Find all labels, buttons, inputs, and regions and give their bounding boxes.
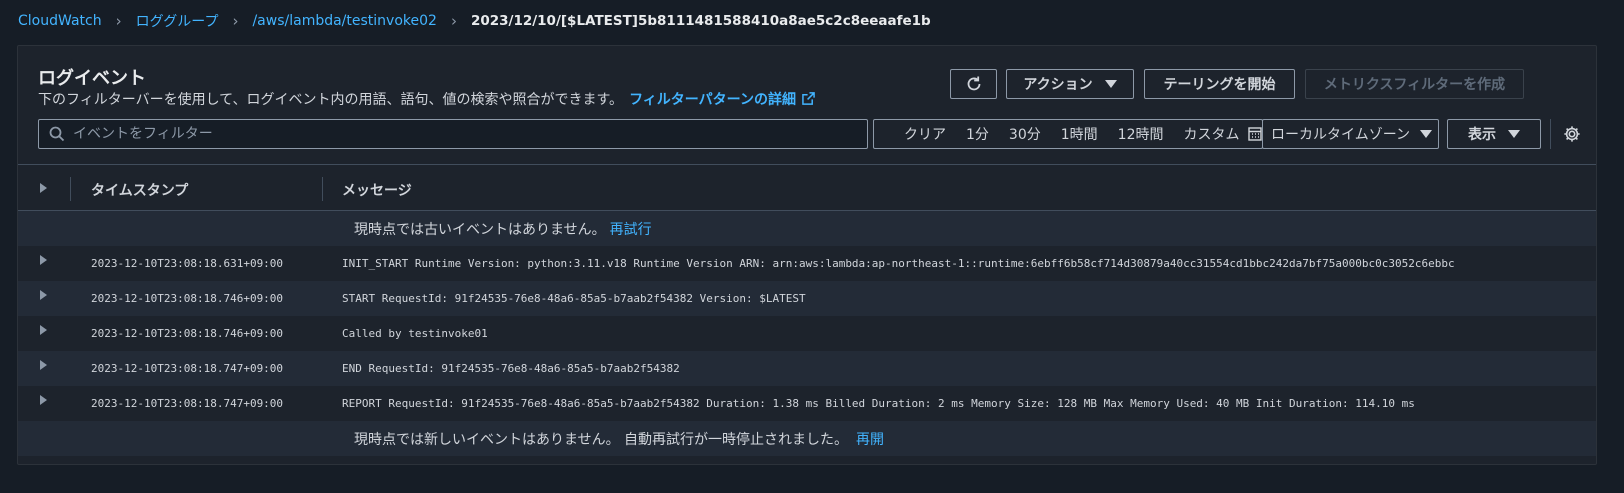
caret-down-icon [1508,130,1520,138]
breadcrumb-log-group[interactable]: /aws/lambda/testinvoke02 [252,13,436,29]
range-12h[interactable]: 12時間 [1118,124,1164,144]
column-divider [322,177,323,201]
table-row[interactable]: 2023-12-10T23:08:18.747+09:00 REPORT Req… [18,386,1596,421]
breadcrumb-log-groups[interactable]: ロググループ [136,11,219,31]
breadcrumb-cloudwatch[interactable]: CloudWatch [18,13,102,29]
start-tailing-button[interactable]: テーリングを開始 [1144,69,1295,99]
table-row[interactable]: 2023-12-10T23:08:18.747+09:00 END Reques… [18,351,1596,386]
chevron-right-icon: › [115,12,122,30]
range-custom[interactable]: カスタム [1184,124,1262,144]
display-button[interactable]: 表示 [1447,119,1541,149]
caret-down-icon [1420,130,1433,138]
row-message: INIT_START Runtime Version: python:3.11.… [342,257,1455,270]
external-link-icon [802,92,815,105]
no-older-text: 現時点では古いイベントはありません。 [354,221,606,238]
table-row[interactable]: 2023-12-10T23:08:18.746+09:00 Called by … [18,316,1596,351]
no-older-events-row: 現時点では古いイベントはありません。 再試行 [18,211,1596,246]
no-newer-text: 現時点では新しいイベントはありません。 自動再試行が一時停止されました。 [354,431,849,448]
breadcrumb-current: 2023/12/10/[$LATEST]5b8111481588410a8ae5… [470,13,931,29]
range-1h[interactable]: 1時間 [1061,124,1098,144]
expand-row-icon[interactable] [40,325,47,335]
page-title: ログイベント [38,68,146,89]
row-message: END RequestId: 91f24535-76e8-48a6-85a5-b… [342,362,680,375]
refresh-icon [967,76,980,91]
event-filter-input[interactable] [73,126,853,142]
expand-row-icon[interactable] [40,395,47,405]
expand-row-icon[interactable] [40,290,47,300]
row-timestamp: 2023-12-10T23:08:18.746+09:00 [91,327,284,340]
display-label: 表示 [1468,127,1496,143]
help-link-label: フィルターパターンの詳細 [629,92,796,108]
caret-down-icon [1104,80,1117,88]
filter-box [38,119,868,149]
page-description: 下のフィルターバーを使用して、ログイベント内の用語、語句、値の検索や照合ができま… [38,89,815,109]
column-divider [70,177,71,201]
resume-link[interactable]: 再開 [856,429,884,449]
log-events-panel: ログイベント 下のフィルターバーを使用して、ログイベント内の用語、語句、値の検索… [17,45,1597,465]
retry-link[interactable]: 再試行 [610,219,652,239]
custom-label: カスタム [1183,127,1240,143]
tail-label: テーリングを開始 [1163,77,1276,93]
search-icon [49,126,65,142]
row-message: Called by testinvoke01 [342,327,488,340]
filter-pattern-help-link[interactable]: フィルターパターンの詳細 [629,92,815,108]
chevron-right-icon: › [232,12,239,30]
row-timestamp: 2023-12-10T23:08:18.746+09:00 [91,292,284,305]
breadcrumb: CloudWatch › ロググループ › /aws/lambda/testin… [18,10,931,32]
row-timestamp: 2023-12-10T23:08:18.747+09:00 [91,397,284,410]
table-header: タイムスタンプ メッセージ [18,164,1596,211]
time-range-group: クリア 1分 30分 1時間 12時間 カスタム [873,119,1263,149]
range-30m[interactable]: 30分 [1009,124,1041,144]
row-message: START RequestId: 91f24535-76e8-48a6-85a5… [342,292,806,305]
metric-filter-label: メトリクスフィルターを作成 [1323,77,1506,93]
create-metric-filter-button[interactable]: メトリクスフィルターを作成 [1305,69,1524,99]
calendar-icon [1247,127,1262,141]
table-row[interactable]: 2023-12-10T23:08:18.746+09:00 START Requ… [18,281,1596,316]
column-message[interactable]: メッセージ [342,180,412,200]
row-message: REPORT RequestId: 91f24535-76e8-48a6-85a… [342,397,1415,410]
range-clear[interactable]: クリア [904,124,946,144]
table-row[interactable]: 2023-12-10T23:08:18.631+09:00 INIT_START… [18,246,1596,281]
row-timestamp: 2023-12-10T23:08:18.747+09:00 [91,362,284,375]
chevron-right-icon: › [450,12,457,30]
timezone-label: ローカルタイムゾーン [1271,127,1411,143]
description-text: 下のフィルターバーを使用して、ログイベント内の用語、語句、値の検索や照合ができま… [38,92,624,108]
actions-label: アクション [1023,77,1093,93]
actions-button[interactable]: アクション [1006,69,1134,99]
timezone-select[interactable]: ローカルタイムゾーン [1262,119,1439,149]
expand-all-icon[interactable] [40,183,47,193]
gear-icon[interactable] [1563,125,1581,143]
no-newer-events-row: 現時点では新しいイベントはありません。 自動再試行が一時停止されました。 再開 [18,421,1596,456]
row-timestamp: 2023-12-10T23:08:18.631+09:00 [91,257,284,270]
expand-row-icon[interactable] [40,360,47,370]
refresh-button[interactable] [950,69,997,99]
log-events-table: タイムスタンプ メッセージ 現時点では古いイベントはありません。 再試行 202… [18,164,1596,456]
column-timestamp[interactable]: タイムスタンプ [91,180,188,200]
divider [1550,119,1551,149]
expand-row-icon[interactable] [40,255,47,265]
range-1m[interactable]: 1分 [966,124,989,144]
